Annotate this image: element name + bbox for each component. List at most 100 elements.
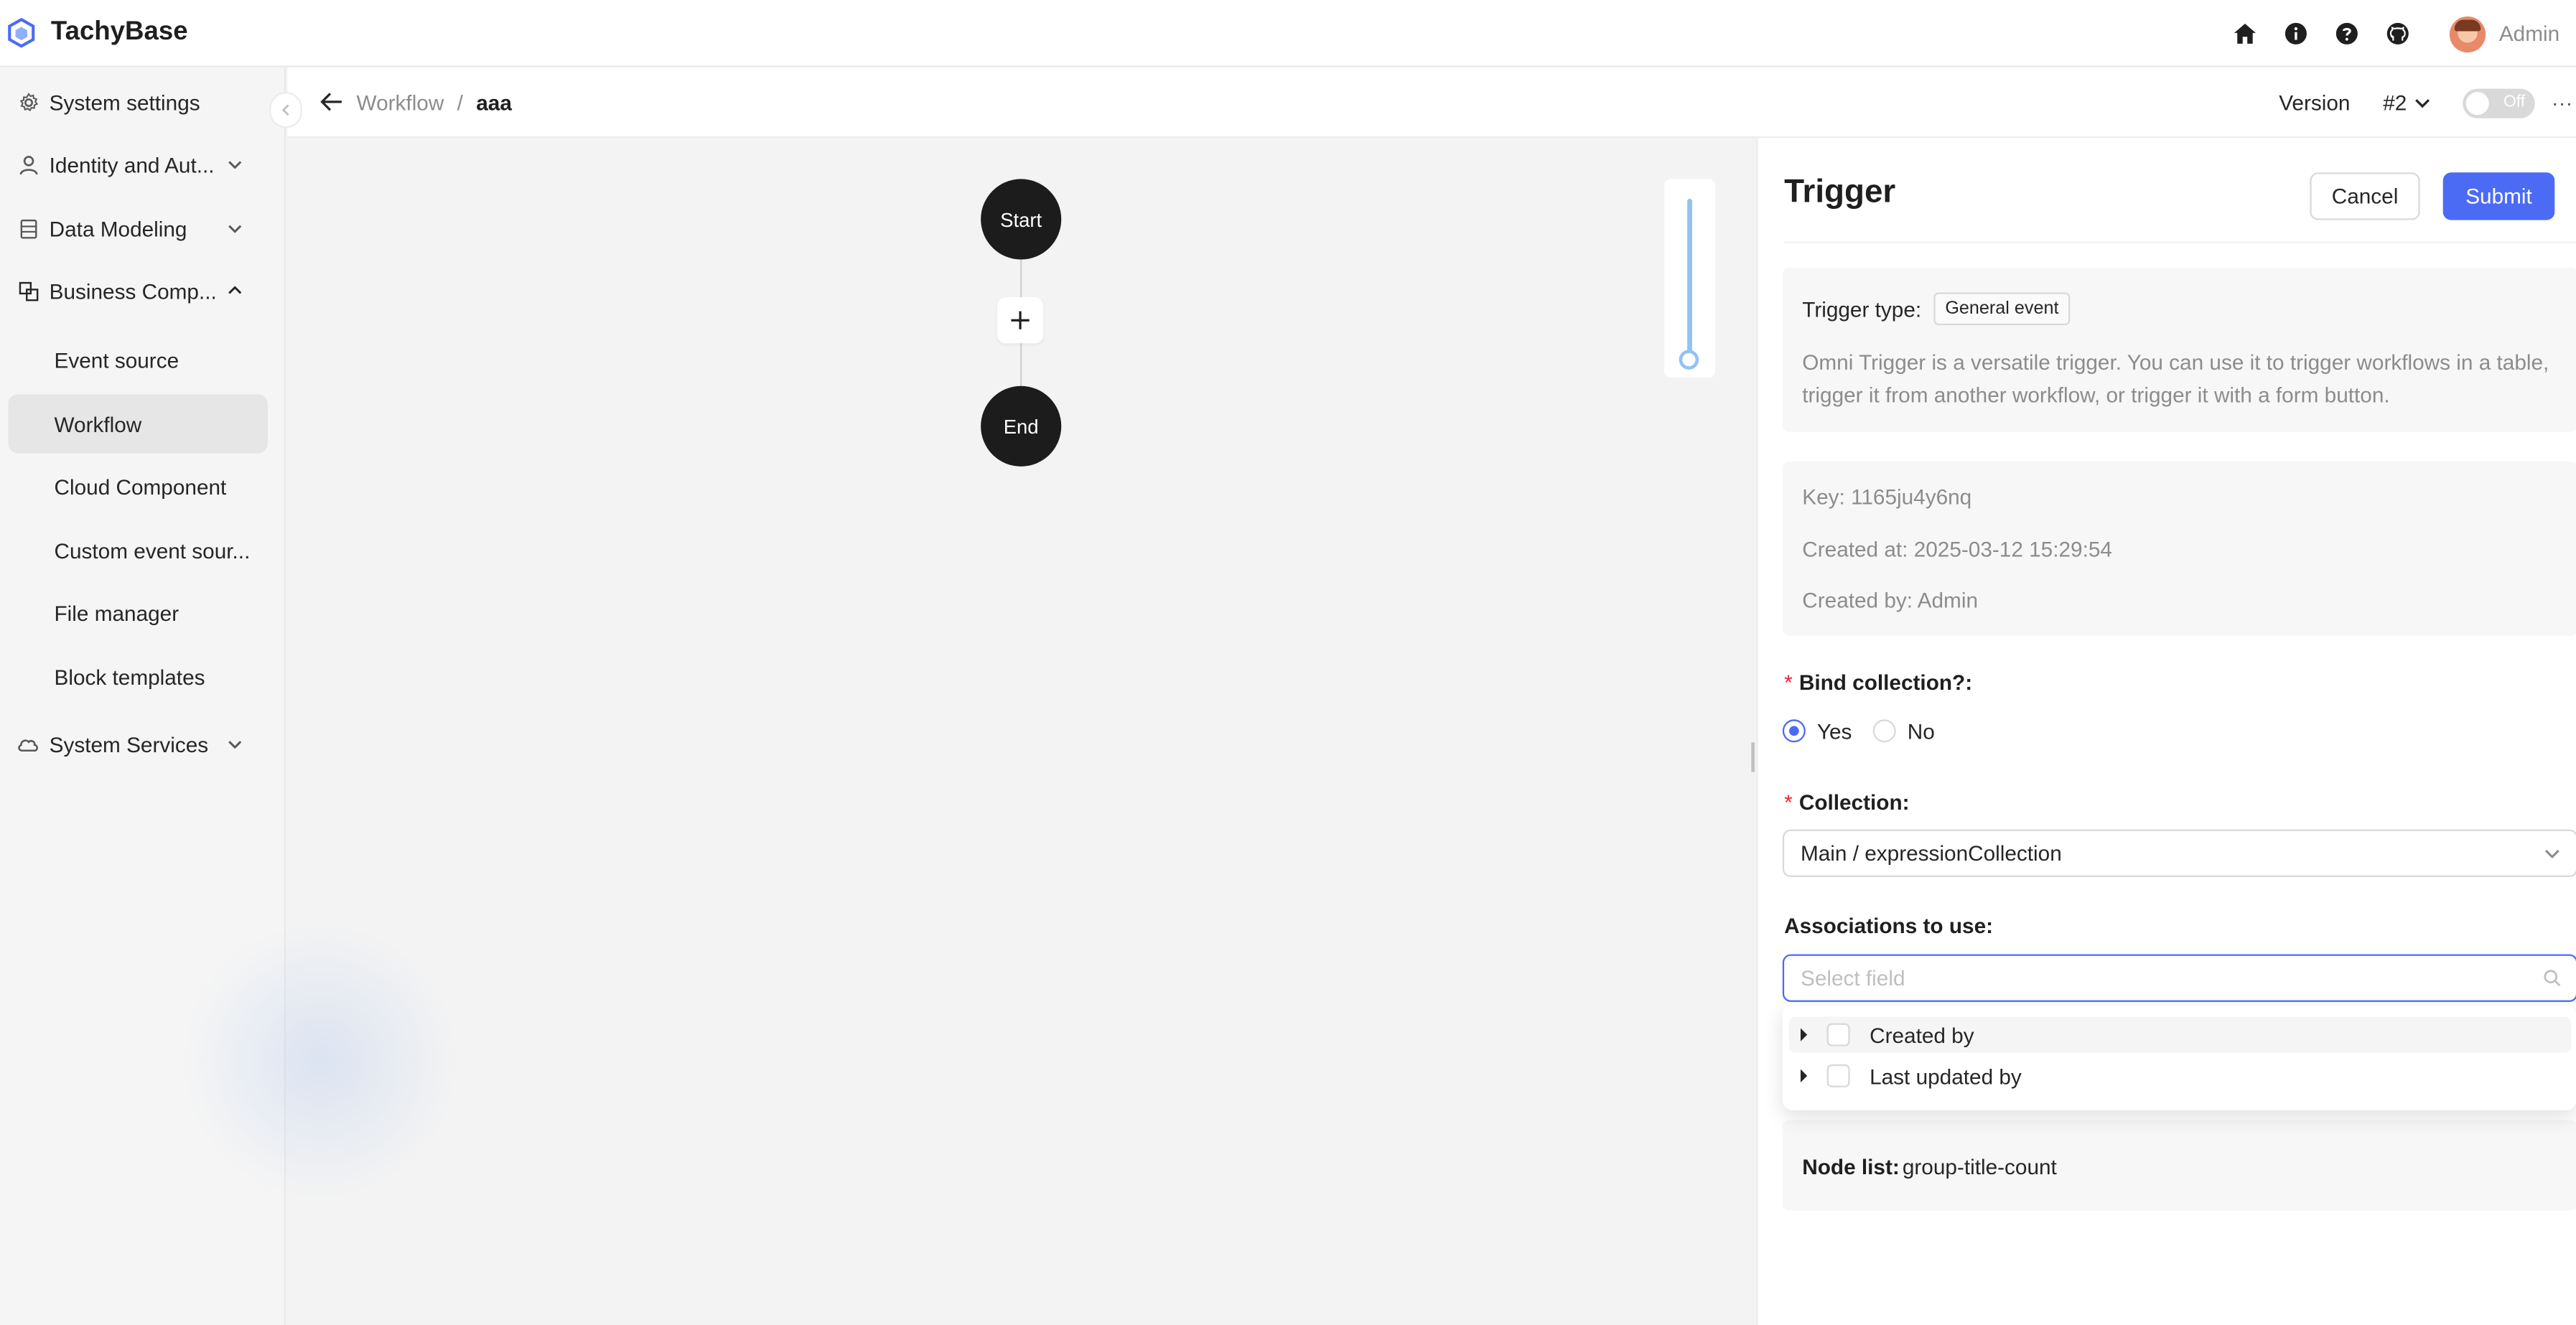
sidebar-subitem-label: Custom event sour... bbox=[54, 538, 251, 563]
back-arrow-icon[interactable] bbox=[320, 90, 343, 113]
option-checkbox[interactable] bbox=[1826, 1064, 1850, 1087]
sidebar-subitem-file-manager[interactable]: File manager bbox=[8, 583, 268, 642]
tachybase-logo-icon bbox=[8, 18, 35, 48]
option-label: Created by bbox=[1870, 1022, 1974, 1047]
database-icon bbox=[17, 217, 39, 240]
sidebar-item-system-services[interactable]: System Services bbox=[0, 716, 286, 772]
top-actions: Admin bbox=[2230, 0, 2576, 67]
chevron-down-icon[interactable] bbox=[2414, 93, 2433, 112]
sidebar-subitem-cloud-component[interactable]: Cloud Component bbox=[8, 457, 268, 515]
user-icon bbox=[17, 153, 39, 176]
breadcrumb-workflow[interactable]: Workflow bbox=[357, 90, 444, 114]
collection-label: * Collection: bbox=[1784, 790, 1910, 815]
version-select[interactable]: #2 bbox=[2383, 90, 2407, 115]
submit-button[interactable]: Submit bbox=[2442, 172, 2555, 220]
trigger-created-by: Created by: Admin bbox=[1802, 588, 1979, 613]
association-option-created-by[interactable]: Created by bbox=[1788, 1016, 2572, 1053]
associations-placeholder: Select field bbox=[1800, 965, 1905, 991]
connector-line bbox=[1020, 343, 1022, 386]
caret-right-icon[interactable] bbox=[1800, 1069, 1808, 1082]
home-icon[interactable] bbox=[2230, 19, 2259, 48]
plus-icon bbox=[1011, 311, 1030, 329]
top-header: TachyBase Admin bbox=[0, 0, 2576, 67]
components-icon bbox=[17, 279, 39, 302]
page-header: Workflow / aaa Version #2 Off ··· bbox=[287, 67, 2576, 139]
sidebar-item-system-settings[interactable]: System settings bbox=[0, 74, 286, 130]
workflow-enable-toggle[interactable]: Off bbox=[2463, 88, 2535, 118]
chevron-down-icon bbox=[225, 154, 244, 174]
app-root: TachyBase Admin System settings Identity… bbox=[0, 0, 2576, 1325]
bind-no-label[interactable]: No bbox=[1908, 719, 1935, 744]
trigger-type-card: Trigger type: General event Omni Trigger… bbox=[1782, 267, 2576, 432]
sidebar-subitem-label: Event source bbox=[54, 347, 179, 373]
sidebar-collapse-button[interactable] bbox=[269, 92, 303, 128]
bind-yes-label[interactable]: Yes bbox=[1817, 719, 1852, 744]
chevron-left-icon bbox=[281, 104, 289, 116]
sidebar-item-label: System Services bbox=[49, 731, 209, 757]
sidebar-item-label: Data Modeling bbox=[49, 215, 187, 241]
zoom-handle[interactable] bbox=[1679, 350, 1699, 370]
sidebar-subitem-event-source[interactable]: Event source bbox=[8, 330, 268, 389]
association-option-last-updated-by[interactable]: Last updated by bbox=[1789, 1058, 2571, 1094]
toggle-label: Off bbox=[2503, 93, 2526, 111]
sidebar-subitem-label: File manager bbox=[54, 600, 179, 625]
workflow-start-node[interactable]: Start bbox=[981, 179, 1062, 260]
add-node-button[interactable] bbox=[997, 297, 1044, 344]
app-logo[interactable]: TachyBase bbox=[6, 18, 188, 48]
workflow-end-node[interactable]: End bbox=[981, 385, 1062, 467]
associations-label-text: Associations to use bbox=[1784, 913, 1987, 938]
sidebar-item-identity[interactable]: Identity and Aut... bbox=[0, 136, 286, 192]
zoom-slider[interactable] bbox=[1664, 179, 1715, 378]
github-icon[interactable] bbox=[2382, 19, 2412, 48]
chevron-down-icon bbox=[225, 218, 244, 238]
bind-collection-label: * Bind collection?: bbox=[1784, 670, 1973, 695]
sidebar-subitem-label: Cloud Component bbox=[54, 474, 227, 499]
chevron-down-icon bbox=[2543, 843, 2562, 863]
app-name: TachyBase bbox=[50, 18, 188, 47]
bind-collection-label-text: Bind collection? bbox=[1798, 670, 1966, 695]
drawer-title: Trigger bbox=[1784, 174, 1896, 210]
associations-dropdown: Created by Last updated by bbox=[1782, 1005, 2576, 1110]
sidebar-item-label: System settings bbox=[49, 89, 200, 115]
help-icon[interactable] bbox=[2331, 19, 2361, 48]
background-decoration bbox=[180, 921, 460, 1201]
trigger-key: Key: 1165ju4y6nq bbox=[1802, 484, 1972, 510]
sidebar-item-data-modeling[interactable]: Data Modeling bbox=[0, 200, 286, 256]
node-list-value: group-title-count bbox=[1902, 1154, 2057, 1179]
sidebar-subitem-block-templates[interactable]: Block templates bbox=[8, 647, 268, 706]
trigger-created-at: Created at: 2025-03-12 15:29:54 bbox=[1802, 537, 2112, 562]
drawer-resize-handle[interactable] bbox=[1751, 742, 1755, 772]
search-icon bbox=[2543, 968, 2562, 988]
cloud-icon bbox=[17, 733, 39, 756]
sidebar-subitem-label: Workflow bbox=[54, 411, 142, 436]
chevron-up-icon bbox=[225, 281, 244, 300]
bind-no-radio[interactable] bbox=[1872, 719, 1896, 743]
connector-line bbox=[1020, 258, 1022, 298]
trigger-type-tag: General event bbox=[1933, 292, 2071, 326]
info-icon[interactable] bbox=[2280, 19, 2310, 48]
more-options-button[interactable]: ··· bbox=[2552, 90, 2573, 115]
caret-right-icon[interactable] bbox=[1800, 1028, 1808, 1041]
user-name[interactable]: Admin bbox=[2499, 22, 2559, 46]
collection-select[interactable]: Main / expressionCollection bbox=[1782, 829, 2576, 877]
associations-label: Associations to use: bbox=[1784, 913, 1994, 938]
bind-yes-radio[interactable] bbox=[1782, 719, 1806, 743]
option-label: Last updated by bbox=[1870, 1063, 2022, 1088]
gear-icon bbox=[17, 90, 39, 113]
option-checkbox[interactable] bbox=[1826, 1023, 1850, 1047]
sidebar-subitem-custom-event-source[interactable]: Custom event sour... bbox=[8, 520, 268, 579]
node-list-label: Node list: bbox=[1802, 1154, 1900, 1179]
trigger-type-label: Trigger type: bbox=[1802, 297, 1922, 322]
version-label: Version bbox=[2279, 90, 2351, 116]
sidebar-item-business-components[interactable]: Business Comp... bbox=[0, 263, 286, 319]
collection-value: Main / expressionCollection bbox=[1800, 841, 2062, 866]
node-list-card: Node list: group-title-count bbox=[1782, 1120, 2576, 1211]
zoom-track[interactable] bbox=[1687, 198, 1692, 363]
chevron-down-icon bbox=[225, 734, 244, 754]
required-mark: * bbox=[1784, 670, 1793, 695]
associations-select[interactable]: Select field bbox=[1782, 954, 2576, 1002]
cancel-button[interactable]: Cancel bbox=[2310, 172, 2420, 220]
divider bbox=[1784, 241, 2576, 243]
sidebar-subitem-workflow[interactable]: Workflow bbox=[8, 394, 268, 454]
user-avatar[interactable] bbox=[2450, 15, 2486, 52]
